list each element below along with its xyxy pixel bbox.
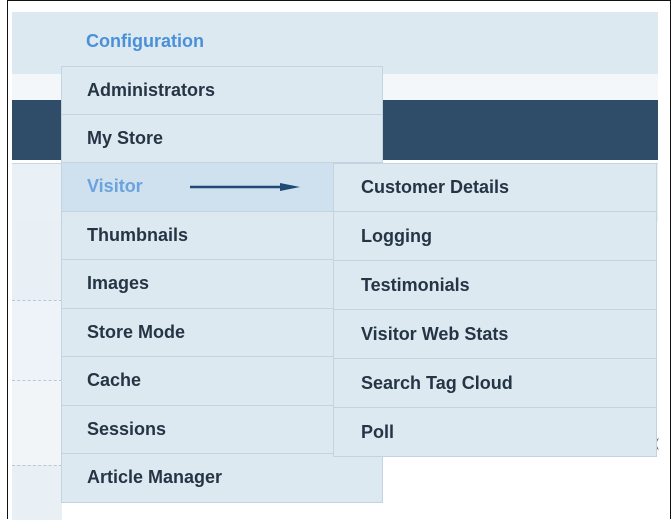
configuration-menu-title[interactable]: Configuration: [86, 31, 204, 52]
visitor-submenu: Customer Details Logging Testimonials Vi…: [333, 163, 657, 457]
background-panel: [12, 380, 62, 466]
background-panel: [12, 300, 62, 381]
submenu-item-logging[interactable]: Logging: [333, 212, 657, 261]
submenu-item-search-tag-cloud[interactable]: Search Tag Cloud: [333, 359, 657, 408]
menu-item-article-manager[interactable]: Article Manager: [61, 454, 383, 503]
menu-item-administrators[interactable]: Administrators: [61, 66, 383, 115]
submenu-item-visitor-web-stats[interactable]: Visitor Web Stats: [333, 310, 657, 359]
submenu-item-testimonials[interactable]: Testimonials: [333, 261, 657, 310]
menu-item-my-store[interactable]: My Store: [61, 114, 383, 163]
menu-item-label: Visitor: [87, 176, 143, 197]
background-panel: [12, 465, 62, 520]
submenu-item-poll[interactable]: Poll: [333, 408, 657, 457]
background-panel: [387, 458, 658, 519]
background-panel: [12, 221, 62, 301]
submenu-item-customer-details[interactable]: Customer Details: [333, 163, 657, 212]
arrow-right-icon: [190, 183, 300, 191]
